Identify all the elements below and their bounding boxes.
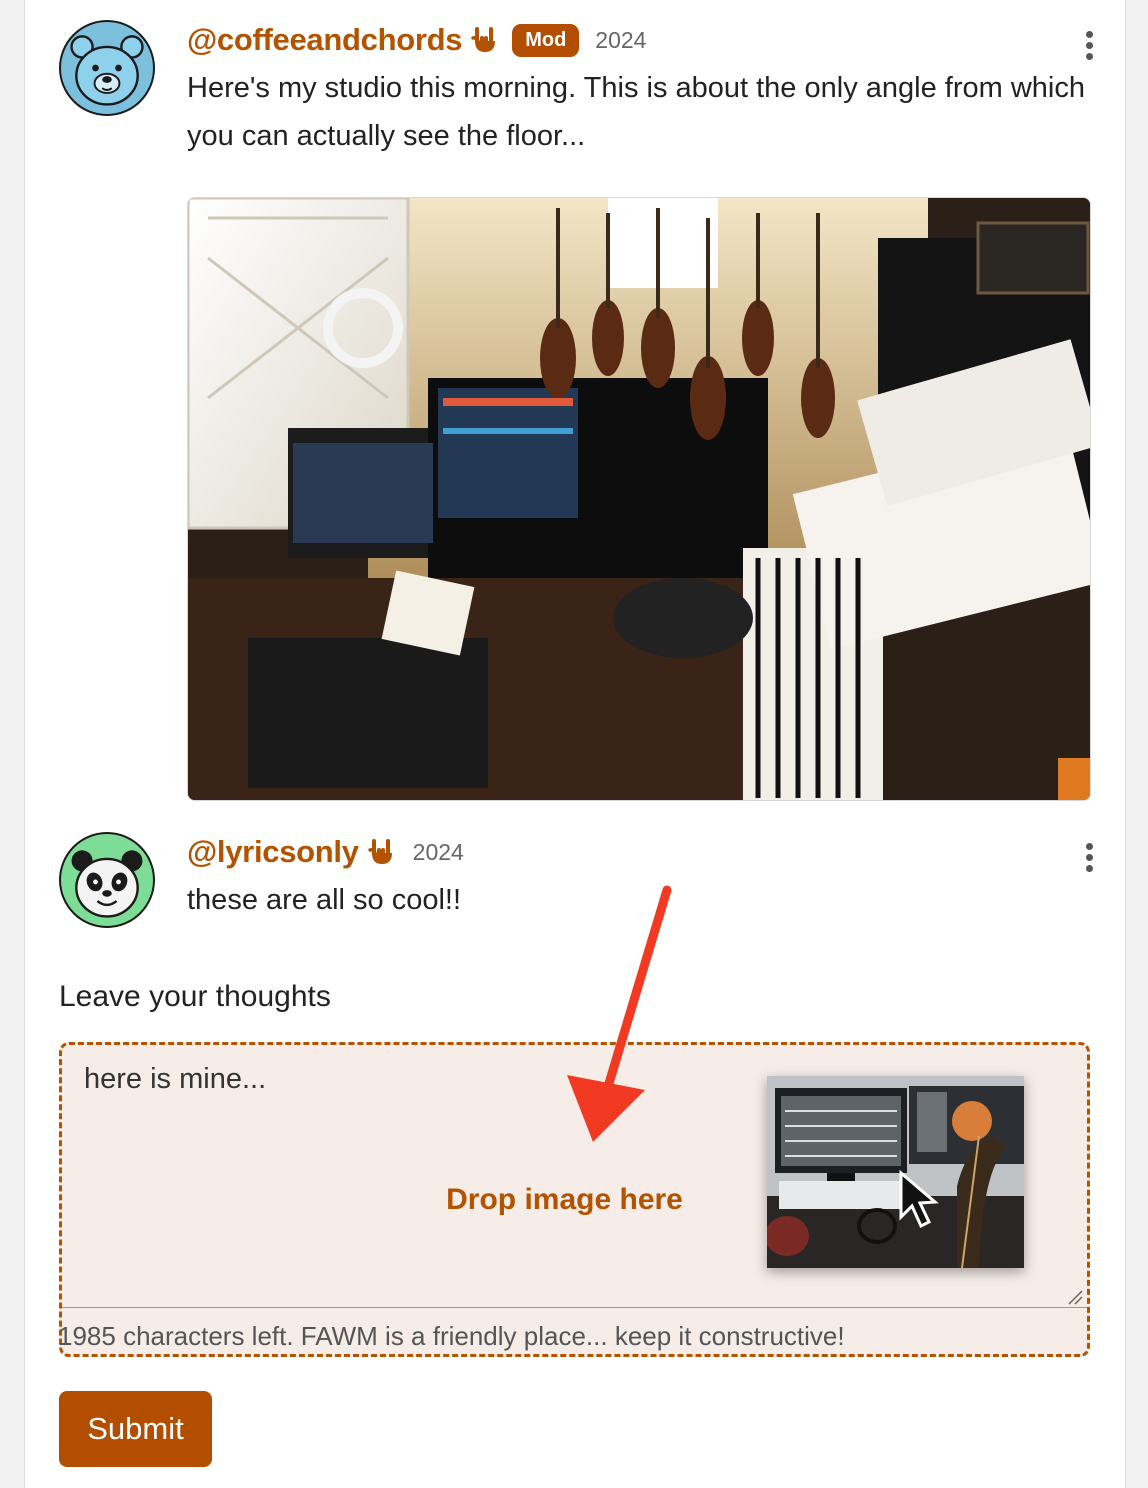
comment-meta: @lyricsonly 2024	[187, 832, 1099, 872]
username-link[interactable]: @lyricsonly	[187, 834, 359, 870]
dragged-image-thumbnail[interactable]	[767, 1076, 1024, 1268]
kebab-menu-icon[interactable]	[1079, 28, 1099, 64]
bear-avatar-icon[interactable]	[59, 20, 155, 116]
kebab-menu-icon[interactable]	[1079, 840, 1099, 876]
comment-year: 2024	[595, 26, 647, 53]
page: @coffeeandchords Mod 2024 Here's my stud…	[24, 0, 1126, 1488]
textarea-value[interactable]: here is mine...	[84, 1063, 266, 1096]
annotation-arrow-icon	[567, 885, 672, 1142]
panda-avatar-icon[interactable]	[59, 832, 155, 928]
comment-text: Here's my studio this morning. This is a…	[187, 72, 1085, 152]
comment: @coffeeandchords Mod 2024 Here's my stud…	[59, 20, 1099, 810]
resize-handle-icon[interactable]	[1067, 1289, 1083, 1305]
submit-button[interactable]: Submit	[59, 1391, 212, 1467]
char-count-helper: 1985 characters left. FAWM is a friendly…	[58, 1321, 845, 1351]
mod-badge: Mod	[512, 23, 580, 57]
rock-hand-icon	[367, 839, 392, 864]
comment-meta: @coffeeandchords Mod 2024	[187, 20, 1099, 60]
textarea-divider	[62, 1307, 1087, 1308]
studio-photo[interactable]	[187, 197, 1091, 801]
form-label: Leave your thoughts	[59, 980, 331, 1013]
username-link[interactable]: @coffeeandchords	[187, 22, 463, 58]
comment-body: @coffeeandchords Mod 2024 Here's my stud…	[187, 20, 1099, 160]
comment-year: 2024	[412, 838, 464, 865]
rock-hand-icon	[471, 27, 496, 52]
